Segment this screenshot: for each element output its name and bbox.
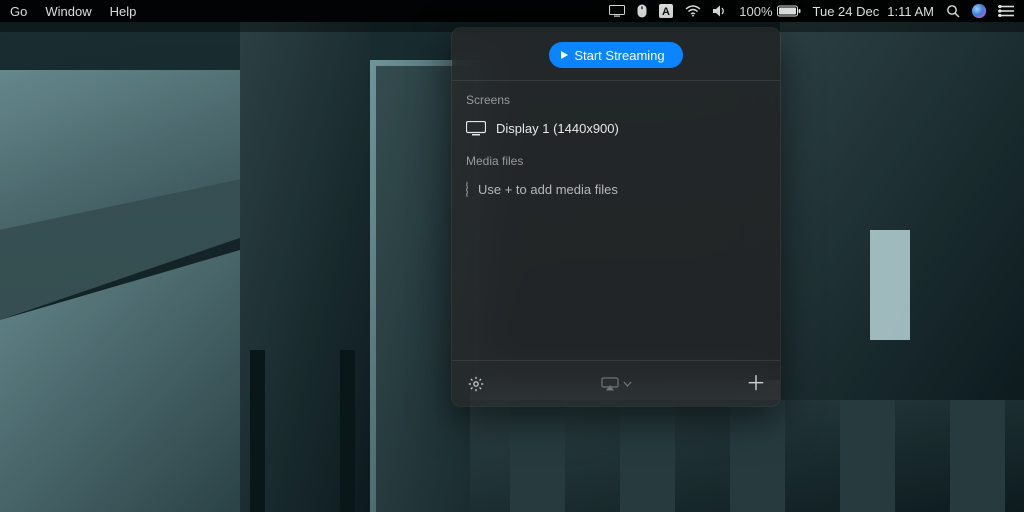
wifi-icon[interactable] — [685, 5, 701, 17]
start-streaming-label: Start Streaming — [574, 48, 664, 63]
menu-help[interactable]: Help — [110, 4, 137, 19]
mouse-icon[interactable] — [637, 4, 647, 18]
text-input-icon[interactable]: A — [659, 4, 673, 18]
siri-icon[interactable] — [972, 4, 986, 18]
svg-text:A: A — [662, 6, 670, 18]
media-section-label: Media files — [466, 154, 766, 168]
spotlight-icon[interactable] — [946, 4, 960, 18]
display-name: Display 1 (1440x900) — [496, 121, 619, 136]
menubar-time[interactable]: 1:11 AM — [887, 4, 934, 19]
media-empty-row: Use + to add media files — [466, 176, 766, 209]
media-empty-text: Use + to add media files — [478, 182, 618, 197]
dotted-circle-icon — [466, 182, 468, 197]
battery-icon[interactable] — [777, 5, 801, 17]
menubar-date[interactable]: Tue 24 Dec — [813, 4, 880, 19]
play-icon — [561, 51, 568, 59]
display-icon[interactable] — [609, 5, 625, 17]
display-row[interactable]: Display 1 (1440x900) — [466, 115, 766, 148]
airplay-target-selector[interactable] — [601, 377, 632, 391]
menubar: Go Window Help A 100% Tue 24 Dec 1:11 AM — [0, 0, 1024, 22]
chevron-down-icon — [623, 381, 632, 387]
screens-section-label: Screens — [466, 93, 766, 107]
notification-center-icon[interactable] — [998, 5, 1014, 17]
volume-icon[interactable] — [713, 5, 727, 17]
menu-window[interactable]: Window — [45, 4, 91, 19]
battery-percent: 100% — [739, 4, 772, 19]
monitor-icon — [466, 121, 486, 136]
menu-go[interactable]: Go — [10, 4, 27, 19]
start-streaming-button[interactable]: Start Streaming — [549, 42, 682, 68]
airplay-icon — [601, 377, 619, 391]
settings-button[interactable] — [466, 376, 486, 392]
streaming-panel: Start Streaming Screens Display 1 (1440x… — [452, 28, 780, 406]
add-media-button[interactable]: ＋ — [746, 374, 766, 394]
